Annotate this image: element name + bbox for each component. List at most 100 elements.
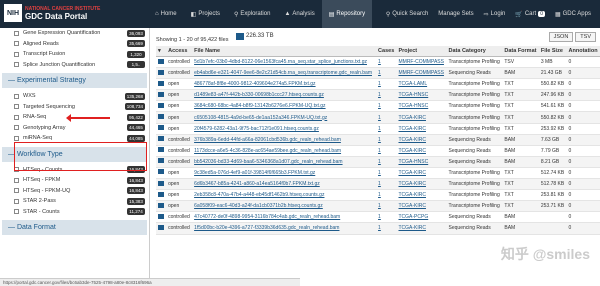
facet-item[interactable]: STAR 2-Pass 15,383	[0, 196, 149, 207]
cell-value[interactable]: 1	[378, 92, 381, 98]
cart-icon[interactable]	[158, 191, 164, 197]
cell-value[interactable]: 20f4579-6282-43a1-9f75-bac712f1e091.htse…	[194, 126, 319, 132]
add-to-cart-cell[interactable]	[156, 67, 167, 80]
checkbox[interactable]	[14, 30, 19, 36]
nav-quick-search[interactable]: ⚲ Quick Search	[381, 0, 433, 28]
gdc-logo[interactable]: NIH NATIONAL CANCER INSTITUTE GDC Data P…	[4, 4, 100, 22]
column-header[interactable]: Project	[396, 46, 447, 57]
cell-value[interactable]: 3684c680-68bc-4a84-b8f9-13142b6276e6.FPK…	[194, 103, 325, 109]
checkbox[interactable]	[14, 177, 19, 183]
column-header[interactable]: File Name	[192, 46, 377, 57]
add-to-cart-cell[interactable]	[156, 123, 167, 135]
checkbox[interactable]	[14, 51, 19, 57]
cell-value[interactable]: MMRF-COMMPASS	[398, 70, 443, 76]
facet-section-header[interactable]: — Data Format	[2, 220, 147, 235]
facet-item[interactable]: STAR - Counts 11,274	[0, 207, 149, 218]
add-to-cart-cell[interactable]	[156, 211, 167, 224]
cart-icon[interactable]	[158, 180, 164, 186]
cell-value[interactable]: TCGA-KIRC	[398, 115, 426, 121]
facet-section-header[interactable]: — Experimental Strategy	[2, 73, 147, 88]
nav-home[interactable]: ⌂ Home	[148, 0, 184, 28]
cell-value[interactable]: 1	[378, 137, 381, 143]
cell-value[interactable]: 1	[378, 181, 381, 187]
cell-value[interactable]: 6a058f09-eac6-40d3-a24f-da1cb0371b2b.hts…	[194, 203, 323, 209]
cell-value[interactable]: TCGA-KIRC	[398, 203, 426, 209]
cell-value[interactable]: 1173dcce-a6e5-4c36-828e-ac654ae59bee.gdc…	[194, 148, 341, 154]
add-to-cart-cell[interactable]	[156, 56, 167, 69]
cell-value[interactable]: 1	[378, 192, 381, 198]
cell-value[interactable]: eb4abd6e-e321-4047-9ee6-8e2c21d54cb.rna_…	[194, 70, 372, 76]
cart-icon[interactable]	[158, 102, 164, 108]
cart-icon[interactable]	[158, 213, 164, 219]
cart-icon[interactable]	[158, 114, 164, 120]
export-tsv-button[interactable]: TSV	[575, 32, 596, 42]
add-to-cart-cell[interactable]	[156, 145, 167, 157]
cell-value[interactable]: 9c38ed5a-076d-4ef9-a01f-39814f6f665b3.FP…	[194, 170, 315, 176]
cart-icon[interactable]	[158, 202, 164, 208]
facet-item[interactable]: WXS 135,268	[0, 91, 149, 102]
cell-value[interactable]: TCGA-KIRC	[398, 148, 426, 154]
cell-value[interactable]: 1	[378, 225, 381, 231]
download-icon[interactable]	[236, 33, 244, 40]
cell-value[interactable]: 1	[378, 59, 381, 65]
export-json-button[interactable]: JSON	[548, 32, 574, 42]
cell-value[interactable]: 1	[378, 81, 381, 87]
cart-icon[interactable]	[158, 158, 164, 164]
facet-item[interactable]: HTSeq - FPKM-UQ 16,843	[0, 186, 149, 197]
column-header[interactable]: File Size	[538, 46, 567, 57]
column-header[interactable]: Access	[166, 46, 193, 57]
cell-value[interactable]: TCGA-KIRC	[398, 170, 426, 176]
add-to-cart-cell[interactable]	[156, 111, 167, 124]
facet-item[interactable]: Genotyping Array 44,465	[0, 123, 149, 134]
add-to-cart-cell[interactable]	[156, 222, 167, 235]
cart-icon[interactable]	[158, 69, 164, 75]
nav-analysis[interactable]: ▲ Analysis	[277, 0, 321, 28]
add-to-cart-cell[interactable]	[156, 178, 167, 191]
cell-value[interactable]: 1	[378, 203, 381, 209]
checkbox[interactable]	[14, 135, 19, 141]
checkbox[interactable]	[14, 114, 19, 120]
cart-icon[interactable]	[158, 136, 164, 142]
column-header[interactable]: Data Category	[446, 46, 503, 57]
add-to-cart-cell[interactable]	[156, 167, 167, 180]
checkbox[interactable]	[14, 198, 19, 204]
cell-value[interactable]: TCGA-HNSC	[398, 159, 428, 165]
cell-value[interactable]: 1	[378, 170, 381, 176]
cart-icon[interactable]	[158, 58, 164, 64]
cell-value[interactable]: TCGA-HNSC	[398, 103, 428, 109]
cell-value[interactable]: 1	[378, 148, 381, 154]
cell-value[interactable]: 1	[378, 103, 381, 109]
cart-icon[interactable]	[158, 80, 164, 86]
add-to-cart-cell[interactable]	[156, 134, 167, 146]
cell-value[interactable]: 1	[378, 115, 381, 121]
checkbox[interactable]	[14, 104, 19, 110]
cell-value[interactable]: 2eb358c8-470a-47b4-a448-eb45df1462b9.hts…	[194, 192, 324, 198]
facet-item[interactable]: Gene Expression Quantification 36,093	[0, 28, 149, 39]
checkbox[interactable]	[14, 209, 19, 215]
add-to-cart-cell[interactable]	[156, 200, 167, 213]
cell-value[interactable]: 1	[378, 126, 381, 132]
cell-value[interactable]: 47c40772-de0f-4898-9954-3116b784c4ab.gdc…	[194, 214, 340, 220]
column-header[interactable]: Cases	[376, 46, 397, 57]
checkbox[interactable]	[14, 125, 19, 131]
checkbox[interactable]	[14, 62, 19, 68]
facet-item[interactable]: HTSeq - FPKM 16,843	[0, 175, 149, 186]
nav-manage-sets[interactable]: Manage Sets	[433, 0, 478, 28]
cart-icon[interactable]	[158, 125, 164, 131]
cart-column-header[interactable]: ▾	[156, 46, 167, 57]
nav-repository[interactable]: ▤ Repository	[321, 0, 373, 28]
cell-value[interactable]: TCGA-LAML	[398, 81, 427, 87]
nav-projects[interactable]: ◧ Projects	[184, 0, 227, 28]
cell-value[interactable]: MMRF-COMMPASS	[398, 59, 443, 65]
cell-value[interactable]: 6d6b3467-b85a-4241-a860-a14ea5164f0b7.FP…	[194, 181, 320, 187]
cell-value[interactable]: TCGA-KIRC	[398, 225, 426, 231]
add-to-cart-cell[interactable]	[156, 189, 167, 202]
facet-item[interactable]: Aligned Reads 35,669	[0, 39, 149, 50]
cell-value[interactable]: 1	[378, 159, 381, 165]
cell-value[interactable]: TCGA-PCPG	[398, 214, 428, 220]
column-header[interactable]: Data Format	[502, 46, 539, 57]
cell-value[interactable]: TCGA-KIRC	[398, 181, 426, 187]
checkbox[interactable]	[14, 188, 19, 194]
cell-value[interactable]: bb542036-bd33-4d69-baa6-5346368a1d07.gdc…	[194, 159, 342, 165]
checkbox[interactable]	[14, 41, 19, 47]
